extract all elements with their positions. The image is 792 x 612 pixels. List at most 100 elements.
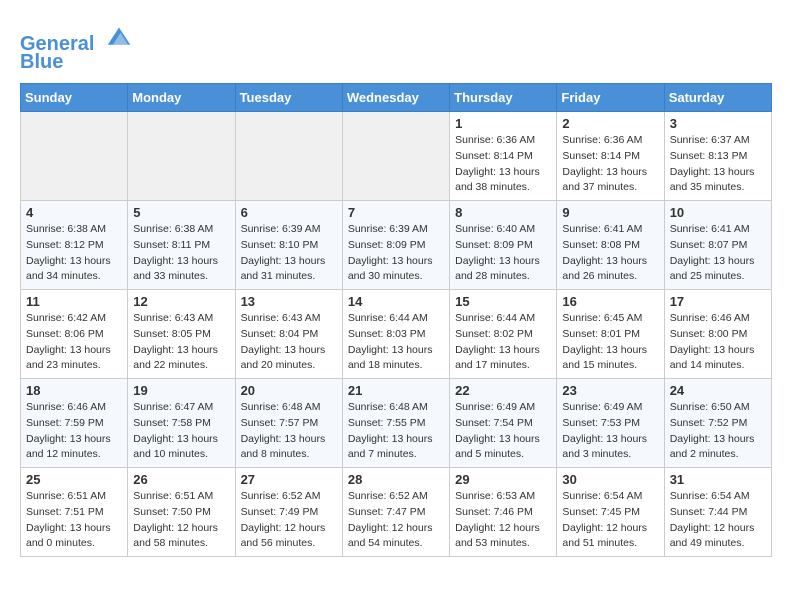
calendar-cell: 2 Sunrise: 6:36 AM Sunset: 8:14 PM Daylig… [557,112,664,201]
calendar-cell: 15 Sunrise: 6:44 AM Sunset: 8:02 PM Dayli… [450,290,557,379]
day-info: Sunrise: 6:36 AM Sunset: 8:14 PM Dayligh… [562,133,658,196]
day-info: Sunrise: 6:46 AM Sunset: 8:00 PM Dayligh… [670,311,766,374]
calendar-cell: 22Sunrise: 6:49 AM Sunset: 7:54 PM Dayli… [450,379,557,468]
day-info: Sunrise: 6:52 AM Sunset: 7:49 PM Dayligh… [241,489,337,552]
calendar-cell: 17Sunrise: 6:46 AM Sunset: 8:00 PM Dayli… [664,290,771,379]
calendar-cell: 26Sunrise: 6:51 AM Sunset: 7:50 PM Dayli… [128,468,235,557]
calendar-cell: 3 Sunrise: 6:37 AM Sunset: 8:13 PM Daylig… [664,112,771,201]
calendar-cell: 9Sunrise: 6:41 AM Sunset: 8:08 PM Daylig… [557,201,664,290]
day-info: Sunrise: 6:44 AM Sunset: 8:02 PM Dayligh… [455,311,551,374]
day-info: Sunrise: 6:44 AM Sunset: 8:03 PM Dayligh… [348,311,444,374]
day-info: Sunrise: 6:43 AM Sunset: 8:05 PM Dayligh… [133,311,229,374]
day-info: Sunrise: 6:37 AM Sunset: 8:13 PM Dayligh… [670,133,766,196]
day-info: Sunrise: 6:38 AM Sunset: 8:12 PM Dayligh… [26,222,122,285]
day-info: Sunrise: 6:39 AM Sunset: 8:09 PM Dayligh… [348,222,444,285]
day-number: 12 [133,294,229,309]
day-info: Sunrise: 6:48 AM Sunset: 7:55 PM Dayligh… [348,400,444,463]
day-number: 29 [455,472,551,487]
day-info: Sunrise: 6:47 AM Sunset: 7:58 PM Dayligh… [133,400,229,463]
calendar-cell: 14 Sunrise: 6:44 AM Sunset: 8:03 PM Dayli… [342,290,449,379]
calendar-cell: 23Sunrise: 6:49 AM Sunset: 7:53 PM Dayli… [557,379,664,468]
day-info: Sunrise: 6:40 AM Sunset: 8:09 PM Dayligh… [455,222,551,285]
calendar-cell: 4 Sunrise: 6:38 AM Sunset: 8:12 PM Daylig… [21,201,128,290]
day-number: 10 [670,205,766,220]
day-header-tuesday: Tuesday [235,84,342,112]
day-number: 28 [348,472,444,487]
calendar-cell: 25 Sunrise: 6:51 AM Sunset: 7:51 PM Dayli… [21,468,128,557]
day-info: Sunrise: 6:43 AM Sunset: 8:04 PM Dayligh… [241,311,337,374]
calendar-cell: 8 Sunrise: 6:40 AM Sunset: 8:09 PM Daylig… [450,201,557,290]
calendar-cell [342,112,449,201]
day-number: 16 [562,294,658,309]
day-info: Sunrise: 6:42 AM Sunset: 8:06 PM Dayligh… [26,311,122,374]
day-number: 4 [26,205,122,220]
day-number: 25 [26,472,122,487]
day-number: 31 [670,472,766,487]
day-info: Sunrise: 6:54 AM Sunset: 7:45 PM Dayligh… [562,489,658,552]
day-header-wednesday: Wednesday [342,84,449,112]
day-number: 13 [241,294,337,309]
day-number: 7 [348,205,444,220]
calendar-header-row: SundayMondayTuesdayWednesdayThursdayFrid… [21,84,772,112]
day-number: 24 [670,383,766,398]
day-number: 27 [241,472,337,487]
calendar-cell: 29 Sunrise: 6:53 AM Sunset: 7:46 PM Dayli… [450,468,557,557]
calendar-cell [21,112,128,201]
day-number: 15 [455,294,551,309]
day-info: Sunrise: 6:51 AM Sunset: 7:51 PM Dayligh… [26,489,122,552]
day-number: 1 [455,116,551,131]
calendar-cell [128,112,235,201]
calendar-week-4: 25 Sunrise: 6:51 AM Sunset: 7:51 PM Dayli… [21,468,772,557]
day-header-monday: Monday [128,84,235,112]
calendar-cell: 28Sunrise: 6:52 AM Sunset: 7:47 PM Dayli… [342,468,449,557]
day-info: Sunrise: 6:53 AM Sunset: 7:46 PM Dayligh… [455,489,551,552]
day-number: 14 [348,294,444,309]
calendar-cell: 24 Sunrise: 6:50 AM Sunset: 7:52 PM Dayli… [664,379,771,468]
calendar-cell: 7 Sunrise: 6:39 AM Sunset: 8:09 PM Daylig… [342,201,449,290]
logo-icon [104,20,134,50]
calendar-cell: 18Sunrise: 6:46 AM Sunset: 7:59 PM Dayli… [21,379,128,468]
day-number: 21 [348,383,444,398]
day-info: Sunrise: 6:41 AM Sunset: 8:08 PM Dayligh… [562,222,658,285]
day-number: 20 [241,383,337,398]
day-info: Sunrise: 6:38 AM Sunset: 8:11 PM Dayligh… [133,222,229,285]
calendar-table: SundayMondayTuesdayWednesdayThursdayFrid… [20,83,772,557]
day-number: 6 [241,205,337,220]
calendar-cell: 30 Sunrise: 6:54 AM Sunset: 7:45 PM Dayli… [557,468,664,557]
day-header-friday: Friday [557,84,664,112]
calendar-cell: 10 Sunrise: 6:41 AM Sunset: 8:07 PM Dayli… [664,201,771,290]
calendar-week-1: 4 Sunrise: 6:38 AM Sunset: 8:12 PM Daylig… [21,201,772,290]
calendar-cell: 11Sunrise: 6:42 AM Sunset: 8:06 PM Dayli… [21,290,128,379]
logo-text: General [20,20,134,55]
header: General Blue [20,20,772,73]
day-number: 30 [562,472,658,487]
calendar-week-0: 1 Sunrise: 6:36 AM Sunset: 8:14 PM Daylig… [21,112,772,201]
day-number: 22 [455,383,551,398]
calendar-cell: 5Sunrise: 6:38 AM Sunset: 8:11 PM Daylig… [128,201,235,290]
calendar-cell: 16Sunrise: 6:45 AM Sunset: 8:01 PM Dayli… [557,290,664,379]
day-number: 8 [455,205,551,220]
day-info: Sunrise: 6:41 AM Sunset: 8:07 PM Dayligh… [670,222,766,285]
day-number: 19 [133,383,229,398]
calendar-week-2: 11Sunrise: 6:42 AM Sunset: 8:06 PM Dayli… [21,290,772,379]
day-number: 2 [562,116,658,131]
calendar-cell: 21 Sunrise: 6:48 AM Sunset: 7:55 PM Dayli… [342,379,449,468]
day-info: Sunrise: 6:50 AM Sunset: 7:52 PM Dayligh… [670,400,766,463]
day-info: Sunrise: 6:39 AM Sunset: 8:10 PM Dayligh… [241,222,337,285]
logo: General Blue [20,20,134,73]
calendar-cell: 6 Sunrise: 6:39 AM Sunset: 8:10 PM Daylig… [235,201,342,290]
day-number: 3 [670,116,766,131]
day-number: 26 [133,472,229,487]
day-number: 18 [26,383,122,398]
calendar-cell: 19 Sunrise: 6:47 AM Sunset: 7:58 PM Dayli… [128,379,235,468]
calendar-cell: 31Sunrise: 6:54 AM Sunset: 7:44 PM Dayli… [664,468,771,557]
day-header-saturday: Saturday [664,84,771,112]
day-header-sunday: Sunday [21,84,128,112]
day-number: 23 [562,383,658,398]
calendar-cell: 12 Sunrise: 6:43 AM Sunset: 8:05 PM Dayli… [128,290,235,379]
day-header-thursday: Thursday [450,84,557,112]
calendar-cell: 13 Sunrise: 6:43 AM Sunset: 8:04 PM Dayli… [235,290,342,379]
day-info: Sunrise: 6:36 AM Sunset: 8:14 PM Dayligh… [455,133,551,196]
calendar-cell: 27 Sunrise: 6:52 AM Sunset: 7:49 PM Dayli… [235,468,342,557]
calendar-cell: 1 Sunrise: 6:36 AM Sunset: 8:14 PM Daylig… [450,112,557,201]
